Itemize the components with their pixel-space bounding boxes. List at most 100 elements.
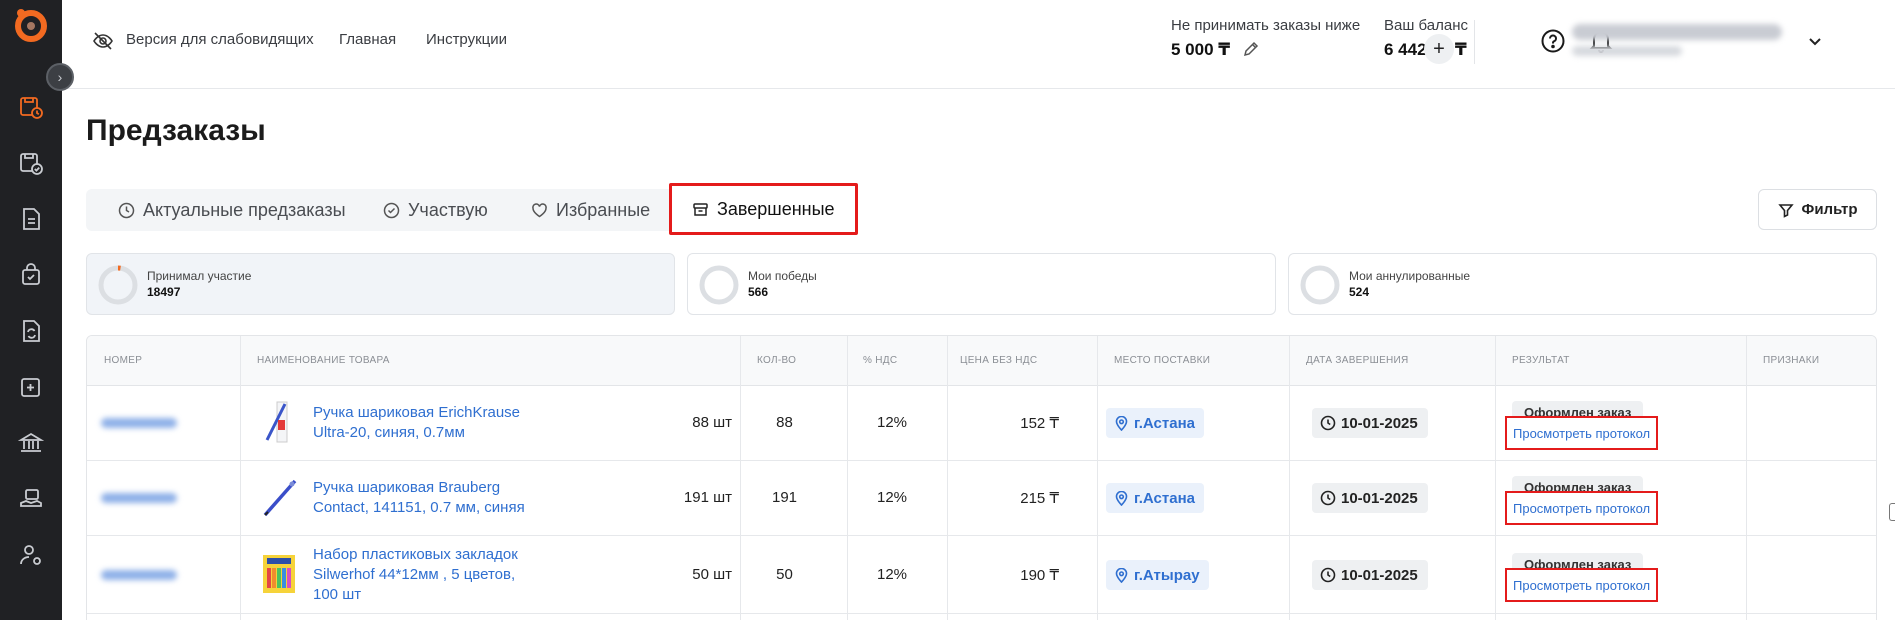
user-settings-icon[interactable] xyxy=(17,541,45,569)
product-name-link[interactable]: Ручка шариковая ErichKrause Ultra-20, си… xyxy=(313,403,553,443)
product-name-line: Набор пластиковых закладок xyxy=(313,546,518,563)
archive-icon xyxy=(693,202,708,216)
price: 215 ₸ xyxy=(1020,490,1059,507)
cart-add-icon[interactable] xyxy=(17,373,45,401)
vat: 12% xyxy=(876,414,908,431)
product-name-link[interactable]: Ручка шариковая Brauberg Contact, 141151… xyxy=(313,478,553,518)
table-row[interactable]: Набор пластиковых закладок Silwerhof 44*… xyxy=(87,536,1876,614)
tabs-bar: Актуальные предзаказы Участвую Избранные… xyxy=(86,183,858,235)
pencil-icon[interactable] xyxy=(1242,40,1260,58)
location-pin-icon xyxy=(1115,415,1128,431)
place-label: г.Астана xyxy=(1134,489,1195,507)
product-thumbnail xyxy=(263,479,297,517)
progress-ring-icon xyxy=(1300,265,1340,305)
col-header-date: ДАТА ЗАВЕРШЕНИЯ xyxy=(1306,355,1409,366)
progress-ring-icon xyxy=(98,265,138,305)
document-icon[interactable] xyxy=(17,205,45,233)
place-label: г.Астана xyxy=(1134,414,1195,432)
product-name-line: Silwerhof 44*12мм , 5 цветов, xyxy=(313,566,516,583)
qty-units: 191 шт xyxy=(683,489,732,506)
header-divider xyxy=(1474,20,1475,64)
eye-off-icon[interactable] xyxy=(92,30,114,52)
bag-icon[interactable] xyxy=(17,261,45,289)
completion-date: 10-01-2025 xyxy=(1312,560,1428,590)
sidebar xyxy=(0,0,62,620)
price: 152 ₸ xyxy=(1020,415,1059,432)
chevron-right-icon: › xyxy=(57,69,63,85)
table-row[interactable]: Ручка шариковая Brauberg Contact, 141151… xyxy=(87,461,1876,536)
tab-completed[interactable]: Завершенные xyxy=(669,183,858,235)
product-name-line: Ultra-20, синяя, 0.7мм xyxy=(313,424,465,441)
stat-card-participated[interactable]: Принимал участие 18497 xyxy=(86,253,675,315)
product-name-line: Ручка шариковая ErichKrause xyxy=(313,404,521,421)
product-name-link[interactable]: Набор пластиковых закладок Silwerhof 44*… xyxy=(313,545,553,605)
table-row[interactable]: Ручка шариковая ErichKrause Ultra-20, си… xyxy=(87,386,1876,461)
instructions-link[interactable]: Инструкции xyxy=(426,31,507,48)
bank-icon[interactable] xyxy=(17,429,45,457)
col-header-place: МЕСТО ПОСТАВКИ xyxy=(1114,355,1211,366)
help-icon[interactable] xyxy=(1539,27,1567,55)
tab-current-preorders[interactable]: Актуальные предзаказы xyxy=(118,189,346,231)
clock-icon xyxy=(1320,567,1336,583)
hand-money-icon[interactable] xyxy=(17,485,45,513)
stat-value: 18497 xyxy=(147,285,181,299)
col-header-vat: % НДС xyxy=(863,355,898,366)
completion-date: 10-01-2025 xyxy=(1312,408,1428,438)
top-up-balance-button[interactable]: + xyxy=(1424,34,1454,64)
order-number-blurred[interactable] xyxy=(101,493,177,503)
scroll-edge-handle[interactable] xyxy=(1889,503,1895,521)
order-number-blurred[interactable] xyxy=(101,418,177,428)
clock-icon xyxy=(1320,490,1336,506)
qty-units: 88 шт xyxy=(692,414,732,431)
stat-label: Мои победы xyxy=(748,269,817,283)
min-order-value: 5 000 ₸ xyxy=(1171,40,1231,59)
sidebar-collapse-button[interactable]: › xyxy=(46,63,74,91)
filter-icon xyxy=(1777,203,1794,218)
stat-label: Мои аннулированные xyxy=(1349,269,1471,283)
completion-date: 10-01-2025 xyxy=(1312,483,1428,513)
col-header-price: ЦЕНА БЕЗ НДС xyxy=(960,355,1038,366)
vat: 12% xyxy=(876,566,908,583)
stat-card-wins[interactable]: Мои победы 566 xyxy=(687,253,1276,315)
stat-label: Принимал участие xyxy=(147,269,252,283)
progress-ring-icon xyxy=(699,265,739,305)
location-pin-icon xyxy=(1115,490,1128,506)
accessibility-link[interactable]: Версия для слабовидящих xyxy=(126,31,314,48)
date-label: 10-01-2025 xyxy=(1341,489,1418,507)
delivery-place: г.Астана xyxy=(1106,483,1204,513)
logo-icon[interactable] xyxy=(12,6,48,42)
orders-check-icon[interactable] xyxy=(17,149,45,177)
view-protocol-link[interactable]: Просмотреть протокол xyxy=(1505,416,1659,450)
tab-favorites[interactable]: Избранные xyxy=(531,189,650,231)
home-link[interactable]: Главная xyxy=(339,31,396,48)
product-name-line: Ручка шариковая Brauberg xyxy=(313,479,501,496)
clock-icon xyxy=(118,202,135,218)
qty: 88 xyxy=(776,414,793,431)
date-label: 10-01-2025 xyxy=(1341,414,1418,432)
chevron-down-icon[interactable] xyxy=(1806,32,1824,50)
filter-button[interactable]: Фильтр xyxy=(1758,189,1877,230)
product-thumbnail xyxy=(263,555,295,593)
product-thumbnail xyxy=(265,401,288,443)
file-refresh-icon[interactable] xyxy=(17,317,45,345)
date-label: 10-01-2025 xyxy=(1341,566,1418,584)
user-name-blurred[interactable] xyxy=(1572,24,1782,40)
qty: 50 xyxy=(776,566,793,583)
col-header-number: НОМЕР xyxy=(104,355,143,366)
tab-label: Актуальные предзаказы xyxy=(143,199,346,220)
col-header-product: НАИМЕНОВАНИЕ ТОВАРА xyxy=(257,355,390,366)
view-protocol-link[interactable]: Просмотреть протокол xyxy=(1505,568,1659,602)
col-header-result: РЕЗУЛЬТАТ xyxy=(1512,355,1570,366)
page-title: Предзаказы xyxy=(86,114,266,147)
col-header-qty: КОЛ-ВО xyxy=(757,355,797,366)
view-protocol-link[interactable]: Просмотреть протокол xyxy=(1505,491,1659,525)
orders-clock-icon[interactable] xyxy=(17,93,45,121)
location-pin-icon xyxy=(1115,567,1128,583)
product-name-line: 100 шт xyxy=(313,586,362,603)
delivery-place: г.Атырау xyxy=(1106,560,1209,590)
stat-card-cancelled[interactable]: Мои аннулированные 524 xyxy=(1288,253,1877,315)
user-role-blurred xyxy=(1572,46,1682,56)
order-number-blurred[interactable] xyxy=(101,570,177,580)
tab-participating[interactable]: Участвую xyxy=(383,189,488,231)
balance-label: Ваш баланс xyxy=(1384,17,1469,34)
